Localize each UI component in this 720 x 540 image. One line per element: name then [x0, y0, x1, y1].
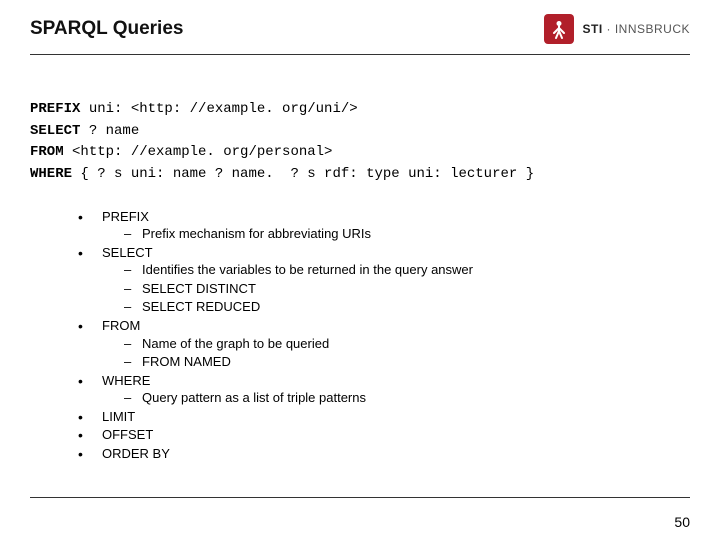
page-number: 50 — [674, 514, 690, 530]
logo-text-main: STI — [582, 22, 602, 36]
code-l3: <http: //example. org/personal> — [64, 144, 333, 160]
logo-text: STI · INNSBRUCK — [582, 22, 690, 36]
sub-list: Name of the graph to be queried FROM NAM… — [102, 335, 690, 371]
list-item: PREFIX Prefix mechanism for abbreviating… — [78, 208, 690, 243]
sub-item: Query pattern as a list of triple patter… — [124, 389, 690, 407]
slide-header: SPARQL Queries STI · INNSBRUCK — [0, 0, 720, 40]
kw-where: WHERE — [30, 166, 72, 182]
item-label: FROM — [102, 318, 140, 333]
bullet-list: PREFIX Prefix mechanism for abbreviating… — [38, 208, 690, 463]
list-item: LIMIT — [78, 408, 690, 426]
code-l4: { ? s uni: name ? name. ? s rdf: type un… — [72, 166, 534, 182]
item-label: ORDER BY — [102, 446, 170, 461]
item-label: PREFIX — [102, 209, 149, 224]
sub-list: Query pattern as a list of triple patter… — [102, 389, 690, 407]
logo-text-sub: · INNSBRUCK — [603, 22, 690, 36]
kw-from: FROM — [30, 144, 64, 160]
divider-bottom — [30, 497, 690, 498]
sub-item: SELECT DISTINCT — [124, 280, 690, 298]
list-item: OFFSET — [78, 426, 690, 444]
sparql-code-block: PREFIX uni: <http: //example. org/uni/> … — [30, 99, 690, 186]
list-item: FROM Name of the graph to be queried FRO… — [78, 317, 690, 371]
kw-prefix: PREFIX — [30, 101, 80, 117]
sub-item: SELECT REDUCED — [124, 298, 690, 316]
sub-item: FROM NAMED — [124, 353, 690, 371]
sub-item: Identifies the variables to be returned … — [124, 261, 690, 279]
sub-list: Prefix mechanism for abbreviating URIs — [102, 225, 690, 243]
brand-logo: STI · INNSBRUCK — [544, 14, 690, 44]
item-label: WHERE — [102, 373, 150, 388]
list-item: ORDER BY — [78, 445, 690, 463]
item-label: LIMIT — [102, 409, 135, 424]
list-item: SELECT Identifies the variables to be re… — [78, 244, 690, 316]
code-l1: uni: <http: //example. org/uni/> — [80, 101, 357, 117]
item-label: SELECT — [102, 245, 153, 260]
code-l2: ? name — [80, 123, 139, 139]
sub-item: Name of the graph to be queried — [124, 335, 690, 353]
logo-mark-icon — [544, 14, 574, 44]
list-item: WHERE Query pattern as a list of triple … — [78, 372, 690, 407]
item-label: OFFSET — [102, 427, 153, 442]
kw-select: SELECT — [30, 123, 80, 139]
divider-top — [30, 54, 690, 55]
sub-item: Prefix mechanism for abbreviating URIs — [124, 225, 690, 243]
sub-list: Identifies the variables to be returned … — [102, 261, 690, 316]
